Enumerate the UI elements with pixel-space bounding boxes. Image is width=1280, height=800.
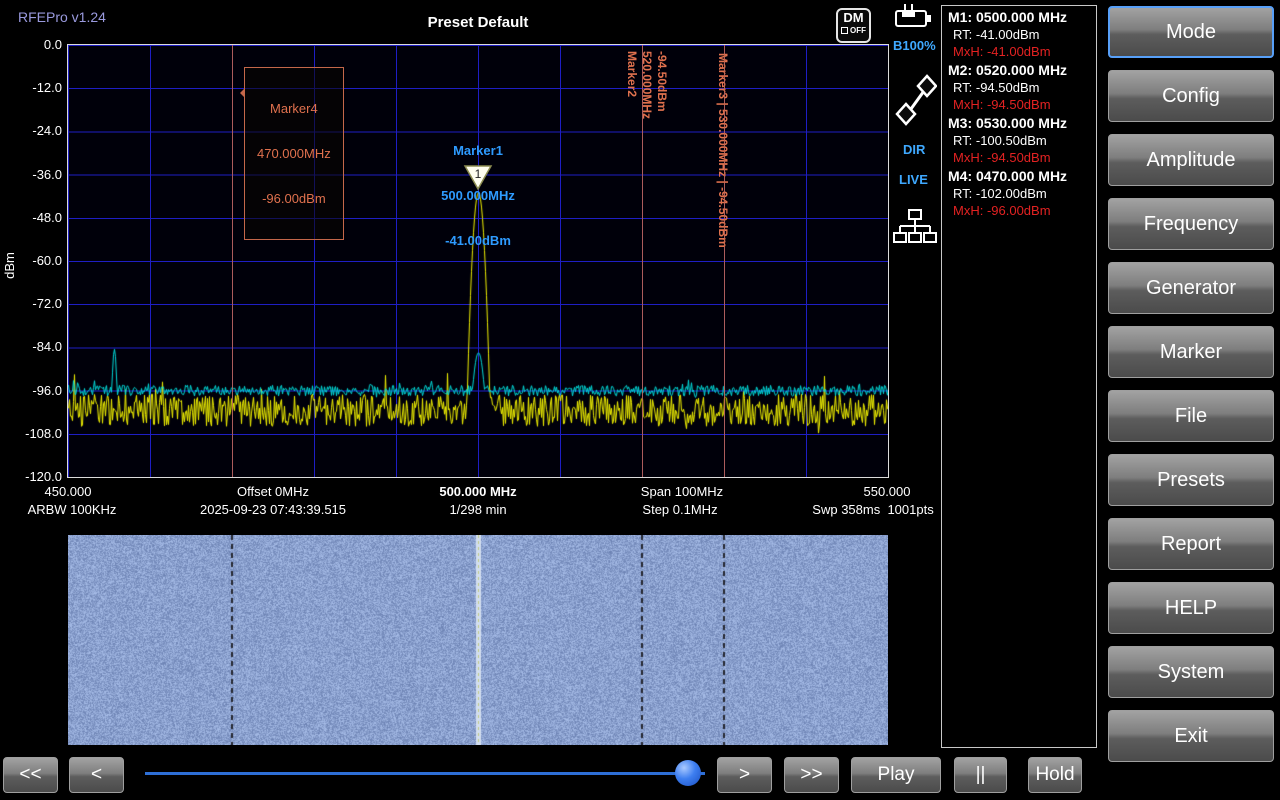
marker4-title: Marker4 [270,101,318,116]
y-axis-unit-label: dBm [1,252,17,279]
spectrum-plot[interactable]: Marker4 470.000MHz -96.00dBm Marker1 500… [67,44,889,478]
y-tick: -60.0 [32,253,62,268]
menu-button-system[interactable]: System [1108,646,1274,698]
marker4-freq: 470.000MHz [257,146,331,161]
svg-text:1: 1 [475,167,482,181]
menu-button-file[interactable]: File [1108,390,1274,442]
offset-label: Offset 0MHz [236,484,310,499]
marker1-title: Marker1 [453,143,503,158]
marker-readout-mxh: MxH: -96.00dBm [953,203,1051,218]
y-tick: -24.0 [32,123,62,139]
timestamp-label: 2025-09-23 07:43:39.515 [199,502,347,517]
preset-title: Preset Default [427,14,529,31]
y-tick: 0.0 [43,37,62,52]
marker4-amplitude: -96.00dBm [262,191,326,206]
sweep-stats: Swp 358ms 1001pts [812,502,934,517]
pause-button[interactable]: || [954,757,1007,793]
marker2-title: Marker2 [625,51,639,98]
x-label-end: 550.000 [863,484,911,499]
marker-readout-rt: RT: -94.50dBm [953,80,1040,95]
menu-button-config[interactable]: Config [1108,70,1274,122]
marker-line [642,45,643,477]
x-label-start: 450.000 [44,484,92,499]
y-tick: -96.0 [32,382,62,398]
menu-button-amplitude[interactable]: Amplitude [1108,134,1274,186]
battery-icon [895,4,931,27]
rewind-button[interactable]: << [3,757,58,793]
play-button[interactable]: Play [851,757,941,793]
marker-readout-mxh: MxH: -41.00dBm [953,44,1051,59]
app-window: RFEPro v1.24 Preset Default DM OFF B100%… [0,0,1280,800]
marker2-amplitude: -94.50dBm [655,51,669,112]
menu-button-frequency[interactable]: Frequency [1108,198,1274,250]
y-tick: -48.0 [32,209,62,225]
dir-label: DIR [903,142,926,157]
battery-label: B100% [893,38,936,53]
y-axis-ticks: 0.0 -12.0 -24.0 -36.0 -48.0 -60.0 -72.0 -84.0 -9… [0,0,62,490]
slider-thumb[interactable] [675,760,702,786]
marker-readout-title: M4: 0470.000 MHz [948,168,1068,184]
marker-readout-mxh: MxH: -94.50dBm [953,150,1051,165]
menu-button-exit[interactable]: Exit [1108,710,1274,762]
menu-button-generator[interactable]: Generator [1108,262,1274,314]
marker1-label: Marker1 500.000MHz -41.00dBm [441,113,515,278]
marker1-amplitude: -41.00dBm [445,233,511,248]
fast-forward-button[interactable]: >> [784,757,839,793]
direction-link-icon [895,74,937,126]
marker-readout-title: M2: 0520.000 MHz [948,62,1068,78]
step-label: Step 0.1MHz [642,502,718,517]
dm-label: DM [843,10,864,25]
marker-readout-rt: RT: -41.00dBm [953,27,1040,42]
y-tick: -120.0 [25,469,62,484]
y-tick: -72.0 [32,296,62,312]
span-label: Span 100MHz [640,484,724,499]
dm-state-label: OFF [850,26,866,35]
marker-readout-title: M1: 0500.000 MHz [948,9,1068,25]
marker-readout-rt: RT: -100.50dBm [953,133,1047,148]
step-back-button[interactable]: < [69,757,124,793]
y-tick: -36.0 [32,166,62,182]
step-forward-button[interactable]: > [717,757,772,793]
y-tick: -12.0 [32,80,62,96]
hold-button[interactable]: Hold [1028,757,1082,793]
marker1-triangle-icon: 1 [463,165,493,191]
marker-readout-rt: RT: -102.00dBm [953,186,1047,201]
menu-button-presets[interactable]: Presets [1108,454,1274,506]
menu-button-report[interactable]: Report [1108,518,1274,570]
marker2-label: Marker2 520.000MHz -94.50dBm [625,51,669,119]
dm-toggle[interactable]: DM OFF [836,8,871,43]
menu-button-mode[interactable]: Mode [1108,6,1274,58]
dm-checkbox [841,27,848,34]
marker-readout-mxh: MxH: -94.50dBm [953,97,1051,112]
rbw-label: ARBW 100KHz [27,502,117,517]
marker4-callout: Marker4 470.000MHz -96.00dBm [240,67,344,240]
live-label: LIVE [899,172,928,187]
menu-button-marker[interactable]: Marker [1108,326,1274,378]
marker3-label: Marker3 | 530.000MHz | -94.50dBm [716,53,730,248]
menu-button-help[interactable]: HELP [1108,582,1274,634]
marker-line [232,45,233,477]
marker-line [724,45,725,477]
y-tick: -108.0 [25,425,62,441]
menu-column: Mode Config Amplitude Frequency Generato… [1102,0,1280,800]
x-label-center: 500.000 MHz [439,484,517,499]
sweep-counter: 1/298 min [449,502,507,517]
marker-readout-panel: M1: 0500.000 MHz RT: -41.00dBm MxH: -41.… [941,5,1097,748]
marker-readout-title: M3: 0530.000 MHz [948,115,1068,131]
waterfall-canvas [68,535,888,745]
y-tick: -84.0 [32,339,62,355]
position-slider[interactable] [145,760,705,786]
network-icon [893,209,937,243]
